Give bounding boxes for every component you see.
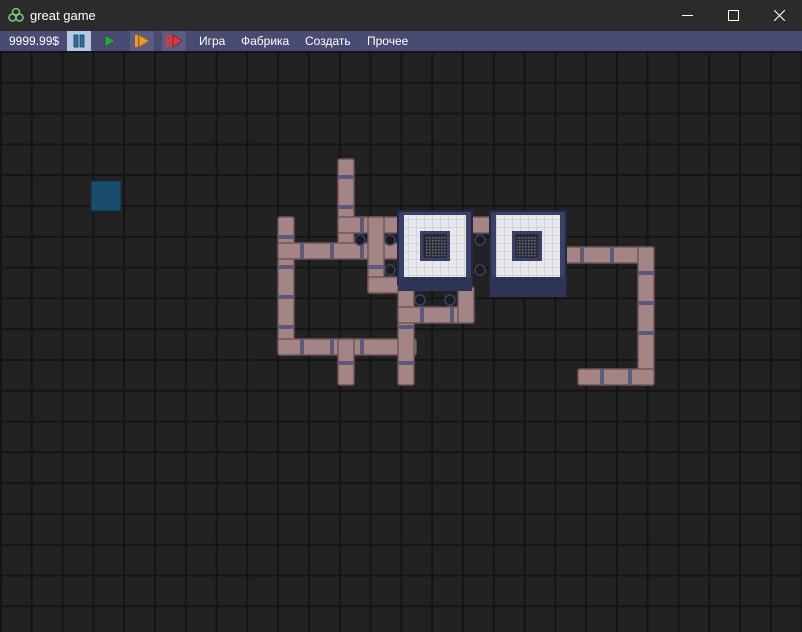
window-title: great game [30, 8, 96, 23]
pause-icon [73, 34, 85, 48]
fastest-forward-button[interactable] [162, 31, 186, 51]
pipe-segment [337, 158, 355, 248]
fast-forward-icon [135, 34, 150, 48]
biohazard-icon [8, 7, 24, 22]
pipe-segment [637, 246, 655, 386]
money-counter: 9999.99$ [9, 34, 60, 48]
play-icon [104, 34, 116, 48]
factory-machine-1[interactable] [397, 210, 473, 291]
fast-forward-button[interactable] [130, 31, 154, 51]
factory-scene [90, 158, 655, 386]
menu-game[interactable]: Игра [199, 34, 225, 48]
pipe-segment [577, 368, 655, 386]
play-button[interactable] [98, 31, 122, 51]
selection-tile[interactable] [90, 180, 122, 212]
pipe-segment [367, 276, 403, 294]
pipe-segment [457, 286, 475, 324]
close-button[interactable] [756, 0, 802, 31]
menu-create[interactable]: Создать [305, 34, 351, 48]
pipe-segment [397, 286, 415, 386]
minimize-button[interactable] [664, 0, 710, 31]
maximize-icon [727, 10, 739, 21]
title-bar: great game [0, 0, 802, 31]
close-icon [773, 10, 785, 21]
maximize-button[interactable] [710, 0, 756, 31]
menu-bar: 9999.99$ Игра Фабрика Создать Прочее [0, 31, 802, 51]
menu-factory[interactable]: Фабрика [241, 34, 289, 48]
factory-machine-2[interactable] [489, 210, 567, 297]
fastest-forward-icon [166, 34, 183, 48]
menu-other[interactable]: Прочее [367, 34, 408, 48]
pause-button[interactable] [67, 31, 91, 51]
minimize-icon [681, 15, 693, 16]
